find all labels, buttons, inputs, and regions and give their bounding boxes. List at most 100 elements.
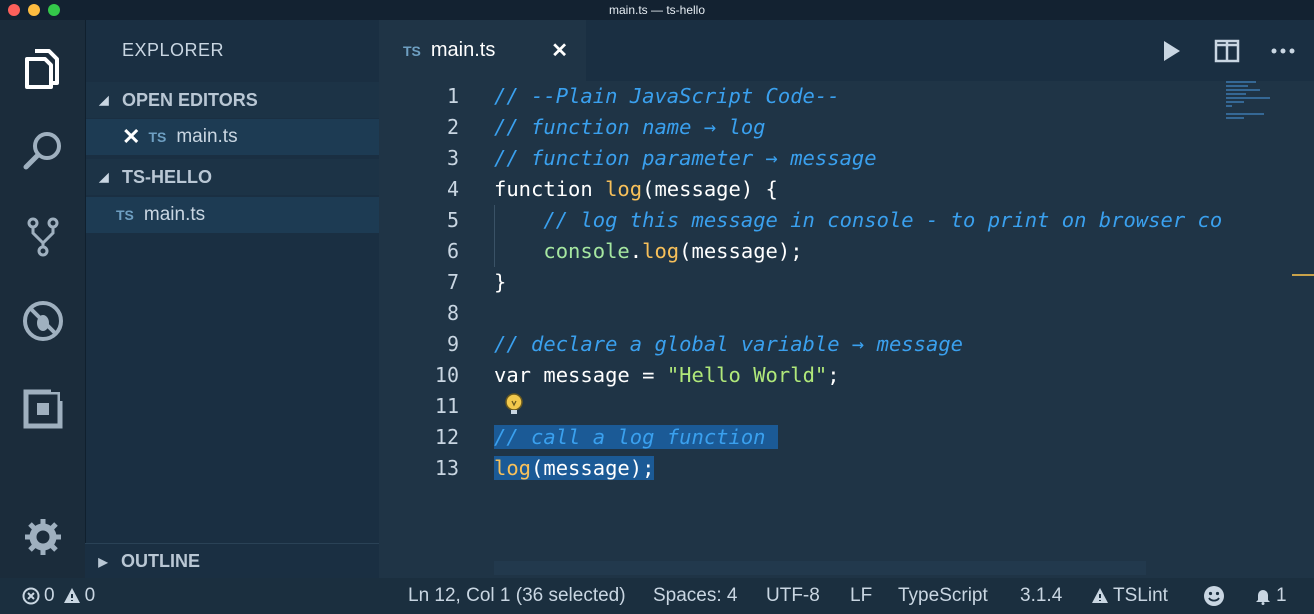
bell-icon xyxy=(1256,590,1270,605)
code-line[interactable]: // declare a global variable → message xyxy=(494,329,963,360)
code-line[interactable]: // call a log function xyxy=(494,422,778,453)
code-token: // function name → log xyxy=(494,115,766,139)
code-line[interactable]: } xyxy=(494,267,506,298)
line-number: 11 xyxy=(434,394,459,418)
open-editors-section[interactable]: ◢ OPEN EDITORS xyxy=(86,82,380,118)
outline-label: OUTLINE xyxy=(121,551,200,571)
line-number: 10 xyxy=(434,363,459,387)
code-token: // function parameter → message xyxy=(494,146,877,170)
line-number: 8 xyxy=(446,301,459,325)
error-icon xyxy=(22,587,40,605)
code-line[interactable]: // function name → log xyxy=(494,112,766,143)
line-number: 9 xyxy=(446,332,459,356)
code-line[interactable]: // log this message in console - to prin… xyxy=(494,205,1222,236)
outline-section[interactable]: ▶ OUTLINE xyxy=(85,543,379,579)
collapse-arrow-icon: ◢ xyxy=(99,170,109,184)
close-window-button[interactable] xyxy=(8,4,20,16)
code-token: (message); xyxy=(679,239,803,263)
code-token: // call a log function xyxy=(494,425,778,449)
code-token: // declare a global variable → message xyxy=(494,332,963,356)
code-token: log xyxy=(605,177,643,201)
tab-bar: TS main.ts ✕ xyxy=(379,20,1314,81)
project-section[interactable]: ◢ TS-HELLO xyxy=(86,159,380,195)
split-editor-icon[interactable] xyxy=(1214,38,1240,64)
line-number: 7 xyxy=(446,270,459,294)
line-number: 6 xyxy=(446,239,459,263)
status-bar: 0 0 Ln 12, Col 1 (36 selected) Spaces: 4… xyxy=(0,578,1314,614)
notification-count: 1 xyxy=(1276,585,1287,606)
code-token: (message) { xyxy=(642,177,778,201)
encoding[interactable]: UTF-8 xyxy=(766,578,820,614)
line-number: 13 xyxy=(434,456,459,480)
end-of-line[interactable]: LF xyxy=(850,578,872,614)
indentation[interactable]: Spaces: 4 xyxy=(653,578,738,614)
minimap[interactable] xyxy=(1226,81,1274,121)
code-token: // --Plain JavaScript Code-- xyxy=(494,84,840,108)
code-area[interactable]: // --Plain JavaScript Code-- // function … xyxy=(494,81,1234,578)
open-editors-label: OPEN EDITORS xyxy=(122,89,258,110)
expand-arrow-icon: ▶ xyxy=(98,554,108,569)
minimize-window-button[interactable] xyxy=(28,4,40,16)
tab-main-ts[interactable]: TS main.ts ✕ xyxy=(379,20,586,81)
code-token: console xyxy=(543,239,630,263)
close-editor-icon[interactable]: ✕ xyxy=(122,124,140,150)
code-token: ; xyxy=(827,363,840,387)
line-number: 1 xyxy=(446,84,459,108)
tab-label: main.ts xyxy=(430,39,496,61)
cursor-position[interactable]: Ln 12, Col 1 (36 selected) xyxy=(408,578,626,614)
project-label: TS-HELLO xyxy=(122,166,212,187)
code-line[interactable]: log(message); xyxy=(494,453,655,484)
code-line[interactable]: // --Plain JavaScript Code-- xyxy=(494,81,840,112)
code-line[interactable]: // function parameter → message xyxy=(494,143,877,174)
extensions-icon[interactable] xyxy=(20,386,66,432)
source-control-icon[interactable] xyxy=(20,214,66,260)
debug-icon[interactable] xyxy=(20,298,66,344)
code-token: "Hello World" xyxy=(666,363,828,387)
code-editor[interactable]: 1 2 3 4 5 6 7 8 9 10 11 12 13 // --Plain JavaScript … xyxy=(379,81,1314,578)
warning-icon xyxy=(63,588,80,603)
settings-gear-icon[interactable] xyxy=(20,514,66,560)
scrollbar-marker xyxy=(1292,274,1314,276)
line-number: 2 xyxy=(446,115,459,139)
editor-actions xyxy=(1158,38,1296,64)
collapse-arrow-icon: ◢ xyxy=(99,93,109,107)
code-token: log xyxy=(642,239,680,263)
warning-icon xyxy=(1092,588,1108,603)
line-number: 3 xyxy=(446,146,459,170)
line-number: 12 xyxy=(434,425,459,449)
code-token: (message); xyxy=(531,456,655,480)
tslint-label: TSLint xyxy=(1113,585,1168,606)
code-line[interactable]: var message = "Hello World"; xyxy=(494,360,840,391)
project-filename: main.ts xyxy=(143,204,206,225)
line-number: 5 xyxy=(446,208,459,232)
error-count: 0 xyxy=(44,585,55,606)
language-mode[interactable]: TypeScript xyxy=(898,578,988,614)
code-line[interactable]: console.log(message); xyxy=(494,236,803,267)
more-actions-icon[interactable] xyxy=(1270,38,1296,64)
problems-indicator[interactable]: 0 0 xyxy=(22,578,95,614)
explorer-icon[interactable] xyxy=(20,46,66,92)
notifications[interactable]: 1 xyxy=(1254,578,1287,614)
code-token: } xyxy=(494,270,507,294)
typescript-file-icon: TS xyxy=(116,207,134,223)
close-tab-icon[interactable]: ✕ xyxy=(551,38,568,63)
project-file-item[interactable]: TS main.ts xyxy=(86,197,380,233)
code-token: var xyxy=(494,363,544,387)
run-play-icon[interactable] xyxy=(1158,38,1184,64)
code-token: message xyxy=(543,363,643,387)
search-icon[interactable] xyxy=(20,128,66,174)
title-bar: main.ts — ts-hello xyxy=(0,0,1314,20)
typescript-version[interactable]: 3.1.4 xyxy=(1020,578,1062,614)
feedback-smiley-icon[interactable] xyxy=(1203,578,1229,614)
tslint-status[interactable]: TSLint xyxy=(1091,578,1168,614)
code-line[interactable]: function log(message) { xyxy=(494,174,778,205)
activity-bar xyxy=(0,20,85,578)
lightbulb-icon[interactable] xyxy=(503,393,525,417)
maximize-window-button[interactable] xyxy=(48,4,60,16)
window-title: main.ts — ts-hello xyxy=(608,3,706,17)
code-token: function xyxy=(494,177,606,201)
open-editor-item[interactable]: ✕ TS main.ts xyxy=(86,119,380,155)
horizontal-scrollbar[interactable] xyxy=(494,561,1146,575)
